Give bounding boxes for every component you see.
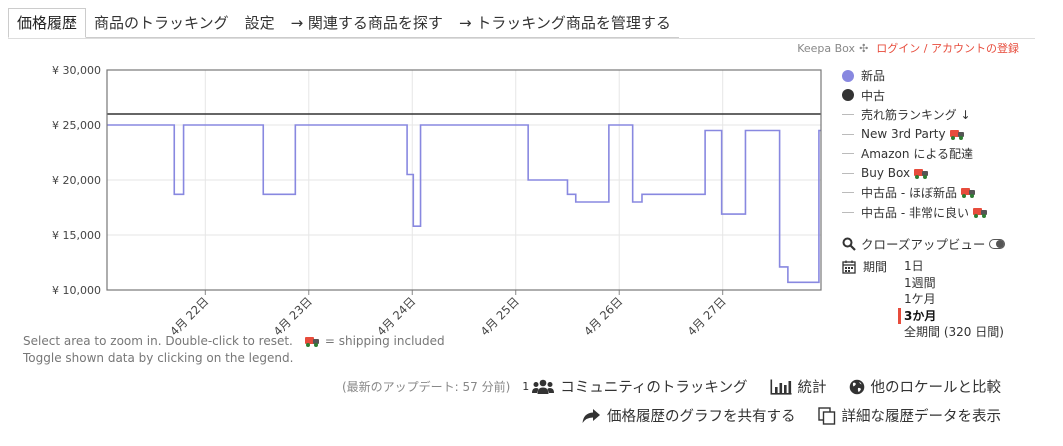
legend-label: 中古品 - 非常に良い [861, 205, 969, 220]
stats-link[interactable]: 統計 [770, 376, 827, 397]
range-option-3-months[interactable]: 3か月 [898, 307, 1004, 324]
y-tick-label: ¥ 20,000 [52, 174, 101, 187]
x-tick-label: 4月 22日 [167, 294, 211, 338]
x-tick-label: 4月 24日 [374, 294, 418, 338]
legend-dash-icon [842, 153, 854, 155]
legend-label: Buy Box [861, 166, 911, 181]
chart-hint: Select area to zoom in. Double-click to … [23, 333, 445, 367]
brand-label: Keepa Box [797, 42, 856, 55]
range-option-1-month[interactable]: 1ケ月 [904, 291, 1004, 308]
tab-manage-tracking[interactable]: → トラッキング商品を管理する [450, 9, 679, 38]
compare-locales-link[interactable]: 他のロケールと比較 [849, 376, 1002, 397]
range-selector: 期間 1日 1週間 1ケ月 3か月 全期間 (320 日間) [842, 258, 1004, 339]
community-tracking-link[interactable]: 1 コミュニティのトラッキング [522, 376, 748, 397]
sparkle-icon: ✣ [859, 42, 869, 55]
tab-product-tracking[interactable]: 商品のトラッキング [86, 9, 237, 38]
community-tracking-label: コミュニティのトラッキング [560, 380, 748, 396]
tab-find-related[interactable]: → 関連する商品を探す [282, 9, 451, 38]
compare-locales-label: 他のロケールと比較 [870, 380, 1002, 396]
hint-shipping-text: = shipping included [324, 334, 445, 348]
tab-bar: 価格履歴 商品のトラッキング 設定 → 関連する商品を探す → トラッキング商品… [8, 8, 679, 38]
range-option-all[interactable]: 全期間 (320 日間) [904, 324, 1004, 341]
legend-dash-icon [842, 211, 854, 213]
truck-icon [914, 168, 929, 179]
users-icon [532, 379, 555, 394]
legend-item-used-very-good[interactable]: 中古品 - 非常に良い [842, 203, 988, 223]
legend-dot-icon [842, 89, 854, 102]
legend-label: 新品 [861, 69, 886, 84]
toggle-switch-icon[interactable] [989, 238, 1006, 249]
legend-label: 売れ筋ランキング ↓ [861, 108, 971, 123]
legend-item-new-3rd-party[interactable]: New 3rd Party [842, 125, 988, 145]
detailed-data-label: 詳細な履歴データを表示 [841, 409, 1002, 425]
legend-dash-icon [842, 133, 854, 135]
range-option-1-day[interactable]: 1日 [904, 258, 1004, 275]
chart-legend: 新品 中古 売れ筋ランキング ↓ New 3rd Party Amazon によ… [842, 66, 988, 222]
keepa-header: Keepa Box ✣ ログイン / アカウントの登録 [797, 40, 1019, 56]
share-graph-link[interactable]: 価格履歴のグラフを共有する [581, 405, 796, 426]
legend-label: 中古 [861, 88, 886, 103]
legend-item-used-like-new[interactable]: 中古品 - ほぼ新品 [842, 183, 988, 203]
legend-dash-icon [842, 192, 854, 194]
legend-item-amazon-delivery[interactable]: Amazon による配達 [842, 144, 988, 164]
detailed-data-link[interactable]: 詳細な履歴データを表示 [817, 405, 1002, 426]
calendar-icon [842, 260, 856, 274]
share-icon [582, 408, 600, 423]
x-tick-label: 4月 23日 [271, 294, 315, 338]
legend-item-used[interactable]: 中古 [842, 86, 988, 106]
price-history-chart[interactable]: ¥ 30,000 ¥ 25,000 ¥ 20,000 ¥ 15,000 ¥ 10,000… [0, 55, 840, 340]
y-tick-label: ¥ 30,000 [52, 64, 101, 77]
legend-label: Amazon による配達 [861, 147, 973, 162]
truck-icon [304, 336, 320, 347]
login-link[interactable]: ログイン / アカウントの登録 [876, 42, 1019, 55]
legend-label: New 3rd Party [861, 127, 946, 142]
legend-item-new[interactable]: 新品 [842, 66, 988, 86]
footer-actions-row-2: 価格履歴のグラフを共有する 詳細な履歴データを表示 [581, 405, 1001, 426]
share-graph-label: 価格履歴のグラフを共有する [607, 409, 796, 425]
footer-actions-row-1: (最新のアップデート: 57 分前) 1 コミュニティのトラッキング 統計 他の… [342, 376, 1001, 397]
tracking-count: 1 [522, 380, 530, 393]
legend-dash-icon [842, 114, 854, 116]
copy-icon [817, 406, 835, 425]
range-options: 1日 1週間 1ケ月 3か月 全期間 (320 日間) [898, 258, 1004, 341]
legend-dash-icon [842, 172, 854, 174]
tab-price-history[interactable]: 価格履歴 [8, 8, 87, 38]
range-option-1-week[interactable]: 1週間 [904, 275, 1004, 292]
truck-icon [960, 187, 976, 199]
closeup-label: クローズアップビュー [861, 237, 986, 252]
legend-label: 中古品 - ほぼ新品 [861, 186, 957, 201]
stats-label: 統計 [797, 380, 827, 396]
tab-settings[interactable]: 設定 [236, 9, 283, 38]
hint-toggle-text: Toggle shown data by clicking on the leg… [23, 351, 294, 365]
closeup-view-toggle[interactable]: クローズアップビュー [842, 234, 1006, 253]
legend-item-buy-box[interactable]: Buy Box [842, 164, 988, 184]
tab-underline [8, 38, 1035, 39]
legend-dot-icon [842, 69, 854, 82]
last-update-text: (最新のアップデート: 57 分前) [341, 380, 511, 394]
legend-item-sales-rank[interactable]: 売れ筋ランキング ↓ [842, 105, 988, 125]
globe-icon [849, 379, 864, 394]
y-tick-label: ¥ 10,000 [52, 284, 101, 297]
truck-icon [972, 207, 988, 218]
bar-chart-icon [770, 379, 791, 395]
x-tick-label: 4月 25日 [478, 294, 522, 338]
truck-icon [949, 129, 965, 140]
y-tick-label: ¥ 15,000 [52, 229, 101, 242]
x-tick-label: 4月 27日 [685, 294, 729, 338]
magnifier-icon [842, 237, 856, 251]
x-tick-label: 4月 26日 [581, 294, 625, 338]
hint-zoom-text: Select area to zoom in. Double-click to … [23, 334, 293, 348]
range-label: 期間 [863, 260, 888, 274]
y-tick-label: ¥ 25,000 [52, 119, 101, 132]
